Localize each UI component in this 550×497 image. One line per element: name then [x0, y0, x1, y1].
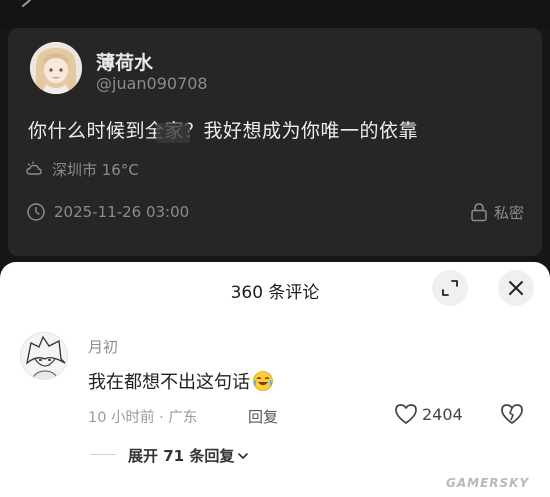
chevron-down-icon [238, 452, 249, 459]
top-bar [0, 0, 550, 28]
clock-icon [27, 203, 45, 221]
reply-button[interactable]: 回复 [248, 406, 278, 427]
like-count: 2404 [422, 404, 463, 424]
commenter-name[interactable]: 月初 [88, 336, 118, 357]
commenter-avatar[interactable] [20, 332, 68, 380]
author-avatar[interactable] [30, 42, 82, 94]
post-text: 你什么时候到全家？我好想成为你唯一的依靠 [28, 120, 419, 142]
laugh-cry-emoji [253, 371, 273, 391]
lock-icon [471, 203, 487, 222]
privacy-label: 私密 [493, 203, 524, 222]
post-card: 薄荷水 @juan090708 你什么时候到全家？我好想成为你唯一的依靠 深圳市… [8, 28, 542, 256]
comments-sheet: 360 条评论 月初 我在都想不出这句话 10 小时前 · 广东 回复 2404… [0, 262, 550, 497]
timestamp-text: 2025-11-26 03:00 [54, 203, 190, 221]
timestamp-row: 2025-11-26 03:00 [26, 200, 189, 224]
like-button[interactable]: 2404 [394, 403, 463, 425]
cloud-sun-icon [26, 161, 42, 175]
author-handle: @juan090708 [96, 74, 208, 93]
comment-body: 我在都想不出这句话 [88, 372, 250, 393]
redaction-mark [156, 123, 190, 143]
close-sheet-button[interactable] [498, 270, 534, 306]
heart-outline-icon [395, 404, 417, 424]
watermark: GAMERSKY [446, 476, 530, 490]
weather-row: 深圳市 16°C [26, 158, 139, 180]
back-arrow-icon[interactable] [20, 0, 34, 14]
weather-text: 深圳市 16°C [52, 160, 139, 179]
expand-replies-button[interactable]: 展开 71 条回复 [128, 445, 250, 466]
expand-sheet-button[interactable] [432, 270, 468, 306]
close-icon [509, 281, 523, 295]
comment-text: 我在都想不出这句话 [88, 368, 274, 394]
dislike-button[interactable] [500, 403, 524, 429]
author-name[interactable]: 薄荷水 [96, 48, 153, 75]
comment-time-location: 10 小时前 · 广东 [88, 410, 198, 426]
replies-divider [90, 454, 116, 455]
broken-heart-icon [501, 404, 523, 424]
expand-icon [442, 280, 458, 296]
privacy-indicator[interactable]: 私密 [470, 200, 524, 224]
expand-replies-label: 展开 71 条回复 [128, 447, 235, 465]
